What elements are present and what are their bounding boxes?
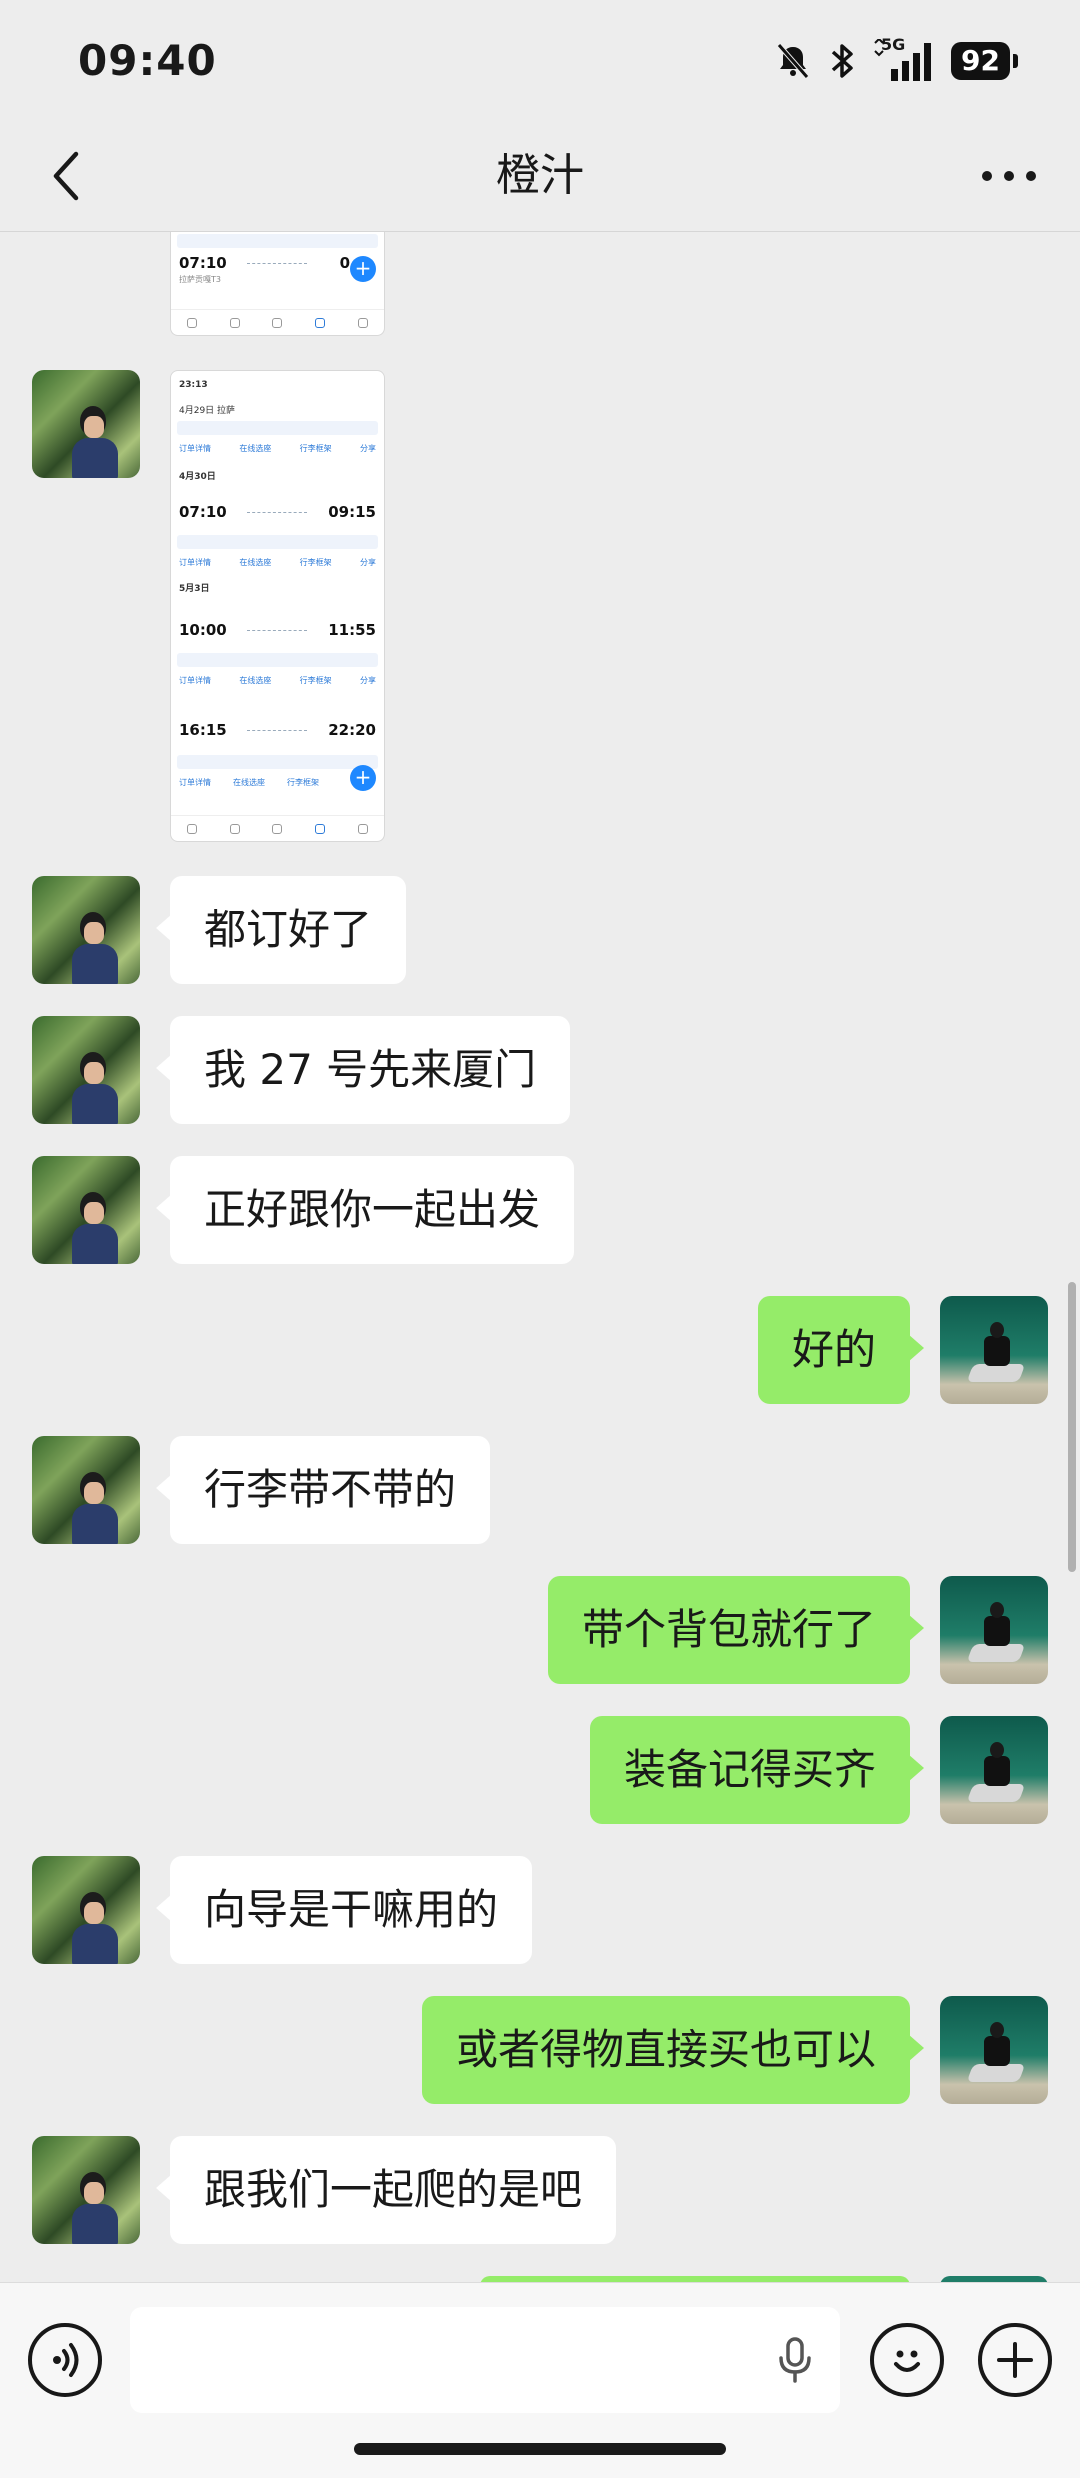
- flight-route-line: [247, 263, 307, 264]
- screenshot-action: 在线选座: [239, 676, 272, 685]
- screenshot-action: 行李框架: [299, 558, 332, 567]
- image-message-2[interactable]: 23:13 4月29日 拉萨 订单详情 在线选座 行李框架 分享 4月30日 07:1…: [170, 370, 385, 842]
- mute-bell-icon: [777, 43, 809, 79]
- avatar-self[interactable]: [940, 1716, 1048, 1824]
- image-message-1[interactable]: 07:10 0 拉萨贡嘎T3 +: [170, 232, 385, 336]
- screenshot-action: 行李框架: [299, 444, 332, 453]
- screenshot-strip: [177, 234, 378, 248]
- message-bubble[interactable]: 跟我们一起爬的是吧: [155, 2136, 617, 2244]
- emoji-icon: [894, 2350, 920, 2372]
- status-icons: 5G 92: [773, 35, 1018, 86]
- screenshot-flight-row: 16:15 22:20: [179, 721, 376, 739]
- screenshot-action: 分享: [359, 444, 376, 453]
- screenshot-strip: [177, 421, 378, 435]
- message-bubble[interactable]: 行李带不带的: [155, 1436, 491, 1544]
- avatar-self[interactable]: [940, 1296, 1048, 1404]
- screenshot-airport: 拉萨贡嘎T3: [179, 275, 221, 284]
- avatar[interactable]: [32, 370, 140, 478]
- signal-group: 5G: [871, 35, 937, 83]
- screenshot-flight-row: 07:10 0: [179, 254, 376, 272]
- flight-route-line: [247, 630, 307, 631]
- avatar[interactable]: [32, 1156, 140, 1264]
- flight-dep-time: 07:10: [179, 503, 227, 521]
- screenshot-tabbar: [171, 309, 384, 335]
- screenshot-flight-row: 07:10 09:15: [179, 503, 376, 521]
- screenshot-action: 在线选座: [233, 778, 265, 787]
- screenshot-action: 行李框架: [287, 778, 319, 787]
- screenshot-status: 23:13: [179, 377, 376, 390]
- screenshot-strip: [177, 755, 378, 769]
- screenshot-action: 订单详情: [179, 444, 211, 453]
- flight-arr-time: 09:15: [328, 503, 376, 521]
- screenshot-strip: [177, 535, 378, 549]
- screenshot-flight-row: 10:00 11:55: [179, 621, 376, 639]
- more-button[interactable]: [974, 144, 1044, 208]
- flight-route-line: [247, 730, 307, 731]
- flight-dep-time: 16:15: [179, 721, 227, 739]
- flight-arr-time: 0: [339, 254, 350, 272]
- flight-dep-time: 07:10: [179, 254, 227, 272]
- avatar-self[interactable]: [940, 1576, 1048, 1684]
- avatar[interactable]: [32, 1436, 140, 1544]
- plus-button[interactable]: [978, 2323, 1052, 2397]
- message-input[interactable]: [130, 2307, 840, 2413]
- emoji-button[interactable]: [870, 2323, 944, 2397]
- plus-icon: [997, 2342, 1033, 2378]
- screenshot-time: 23:13: [179, 380, 208, 390]
- screenshot-date-1: 4月29日 拉萨: [179, 406, 236, 416]
- microphone-button[interactable]: [770, 2335, 820, 2385]
- message-bubble[interactable]: 或者得物直接买也可以: [421, 1996, 925, 2104]
- battery-indicator: 92: [951, 42, 1018, 80]
- scrollbar[interactable]: [1068, 1282, 1076, 1572]
- avatar-self[interactable]: [940, 1996, 1048, 2104]
- more-dots-icon: [982, 171, 1036, 181]
- message-bubble[interactable]: 我 27 号先来厦门: [155, 1016, 571, 1124]
- screenshot-actions-2: 订单详情 在线选座 行李框架 分享: [179, 557, 376, 568]
- flight-arr-time: 22:20: [328, 721, 376, 739]
- message-bubble[interactable]: 向导是干嘛用的: [155, 1856, 533, 1964]
- bluetooth-icon: [831, 44, 853, 78]
- voice-mode-icon: [53, 2343, 79, 2377]
- screenshot-fab: +: [350, 765, 376, 791]
- screenshot-action: 在线选座: [239, 444, 272, 453]
- avatar[interactable]: [32, 1016, 140, 1124]
- screenshot-date-3: 5月3日: [179, 584, 210, 594]
- signal-icon: [874, 39, 932, 81]
- chat-title: 橙汁: [496, 150, 584, 201]
- message-bubble[interactable]: 带个背包就行了: [547, 1576, 925, 1684]
- flight-dep-time: 10:00: [179, 621, 227, 639]
- status-bar: 09:40 5G 92: [0, 0, 1080, 120]
- screenshot-action: 订单详情: [179, 676, 211, 685]
- voice-mode-button[interactable]: [28, 2323, 102, 2397]
- screenshot-date-2: 4月30日: [179, 472, 216, 482]
- message-bubble[interactable]: 好的: [757, 1296, 925, 1404]
- screenshot-actions-4: 订单详情 在线选座 行李框架: [179, 777, 319, 788]
- screenshot-action: 分享: [359, 676, 376, 685]
- screenshot-strip: [177, 653, 378, 667]
- screenshot-action: 分享: [359, 558, 376, 567]
- flight-arr-time: 11:55: [328, 621, 376, 639]
- screenshot-action: 订单详情: [179, 558, 211, 567]
- message-bubble[interactable]: 正好跟你一起出发: [155, 1156, 575, 1264]
- message-bubble[interactable]: 装备记得买齐: [589, 1716, 925, 1824]
- screenshot-fab: +: [350, 256, 376, 282]
- microphone-icon: [779, 2337, 811, 2383]
- screenshot-action: 订单详情: [179, 778, 211, 787]
- status-time: 09:40: [78, 36, 217, 85]
- home-indicator[interactable]: [354, 2443, 726, 2455]
- screenshot-action: 在线选座: [239, 558, 272, 567]
- screenshot-actions-1: 订单详情 在线选座 行李框架 分享: [179, 443, 376, 454]
- avatar[interactable]: [32, 2136, 140, 2244]
- avatar[interactable]: [32, 876, 140, 984]
- screenshot-tabbar: [171, 815, 384, 841]
- avatar[interactable]: [32, 1856, 140, 1964]
- nav-bar: 橙汁: [0, 120, 1080, 232]
- message-bubble[interactable]: 都订好了: [155, 876, 407, 984]
- flight-route-line: [247, 512, 307, 513]
- screenshot-action: 行李框架: [299, 676, 332, 685]
- screenshot-actions-3: 订单详情 在线选座 行李框架 分享: [179, 675, 376, 686]
